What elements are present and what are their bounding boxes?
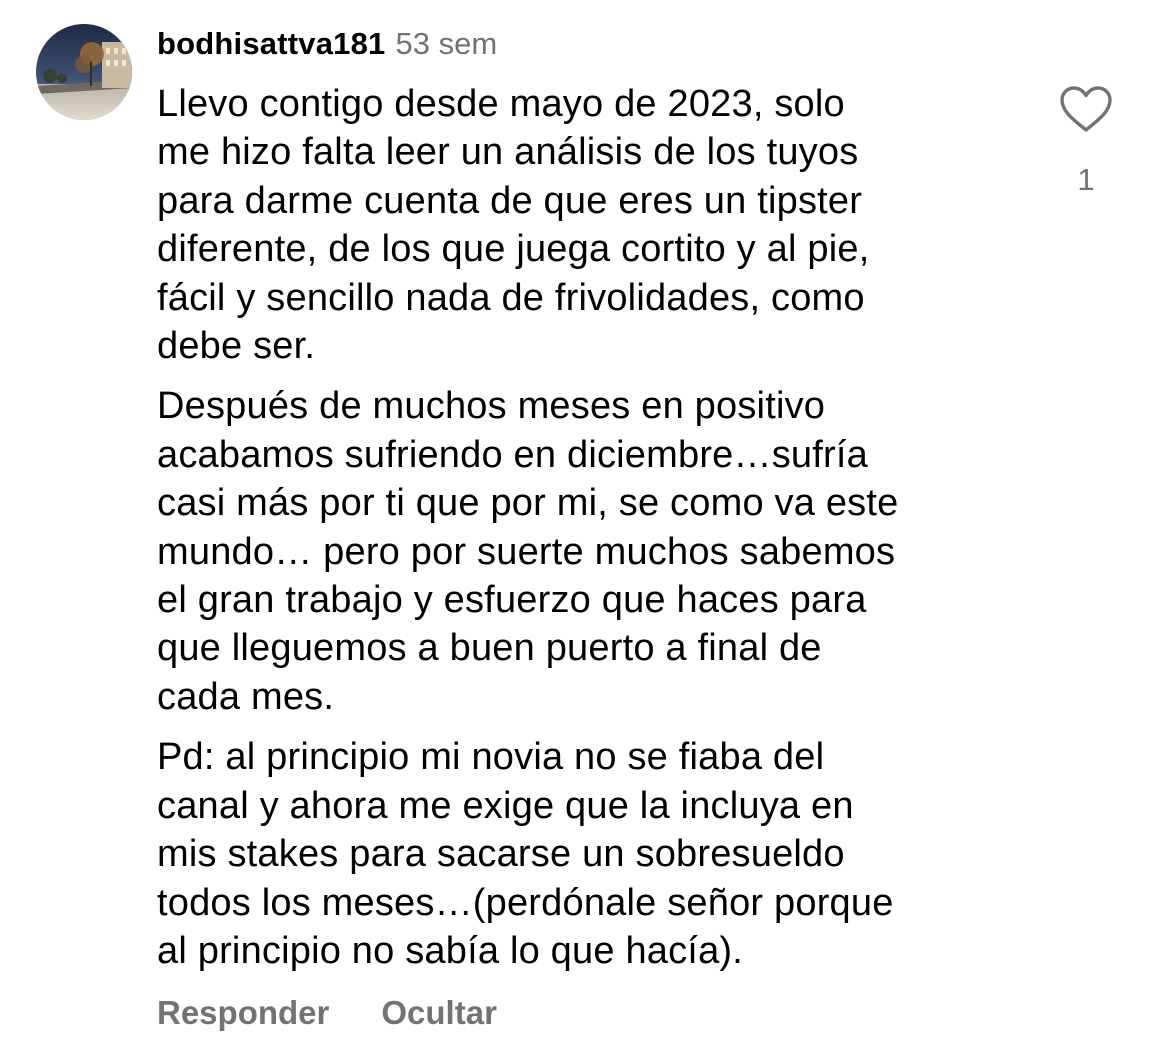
- text-line: Llevo contigo desde mayo de 2023, solo: [157, 83, 845, 125]
- text-line: cada mes.: [157, 675, 335, 718]
- text-line: Pd: al principio mi novia no se fiaba de…: [157, 736, 825, 779]
- hide-button[interactable]: Ocultar: [381, 994, 497, 1032]
- like-button[interactable]: [1058, 84, 1114, 134]
- comment-paragraph: Pd: al principio mi novia no se fiaba de…: [157, 733, 1037, 975]
- text-line: al principio no sabía lo que hacía).: [157, 929, 744, 972]
- text-line: canal y ahora me exige que la incluya en: [157, 784, 854, 827]
- avatar[interactable]: [36, 24, 132, 120]
- comment-actions: Responder Ocultar: [157, 994, 549, 1032]
- like-count: 1: [1077, 162, 1095, 197]
- text-line: fácil y sencillo nada de frivolidades, c…: [157, 276, 865, 319]
- reply-button[interactable]: Responder: [157, 994, 329, 1032]
- text-line: para darme cuenta de que eres un tipster: [157, 179, 863, 222]
- text-line: Después de muchos meses en positivo: [157, 385, 826, 428]
- comment-text: Llevo contigo desde mayo de 2023, solo m…: [157, 80, 1037, 987]
- username[interactable]: bodhisattva181: [157, 26, 386, 62]
- text-line: mis stakes para sacarse un sobresueldo: [157, 833, 845, 876]
- text-line: que lleguemos a buen puerto a final de: [157, 627, 822, 670]
- comment-paragraph: Después de muchos meses en positivo acab…: [157, 382, 1037, 721]
- heart-outline-icon: [1060, 86, 1112, 132]
- text-line: acabamos sufriendo en diciembre…sufría: [157, 433, 868, 476]
- timestamp: 53 sem: [395, 26, 498, 61]
- avatar-photo-icon: [36, 24, 132, 120]
- text-line: casi más por ti que por mi, se como va e…: [157, 482, 899, 525]
- comment: bodhisattva181 53 sem Llevo contigo desd…: [0, 0, 1170, 1051]
- text-line: el gran trabajo y esfuerzo que haces par…: [157, 579, 867, 622]
- text-line: me hizo falta leer un análisis de los tu…: [157, 131, 859, 174]
- text-line: mundo… pero por suerte muchos sabemos: [157, 530, 896, 573]
- text-line: debe ser.: [157, 325, 316, 368]
- comment-header: bodhisattva181 53 sem: [157, 26, 497, 66]
- text-line: todos los meses…(perdónale señor porque: [157, 881, 894, 924]
- comment-paragraph: Llevo contigo desde mayo de 2023, solo m…: [157, 80, 1037, 370]
- text-line: diferente, de los que juega cortito y al…: [157, 228, 870, 271]
